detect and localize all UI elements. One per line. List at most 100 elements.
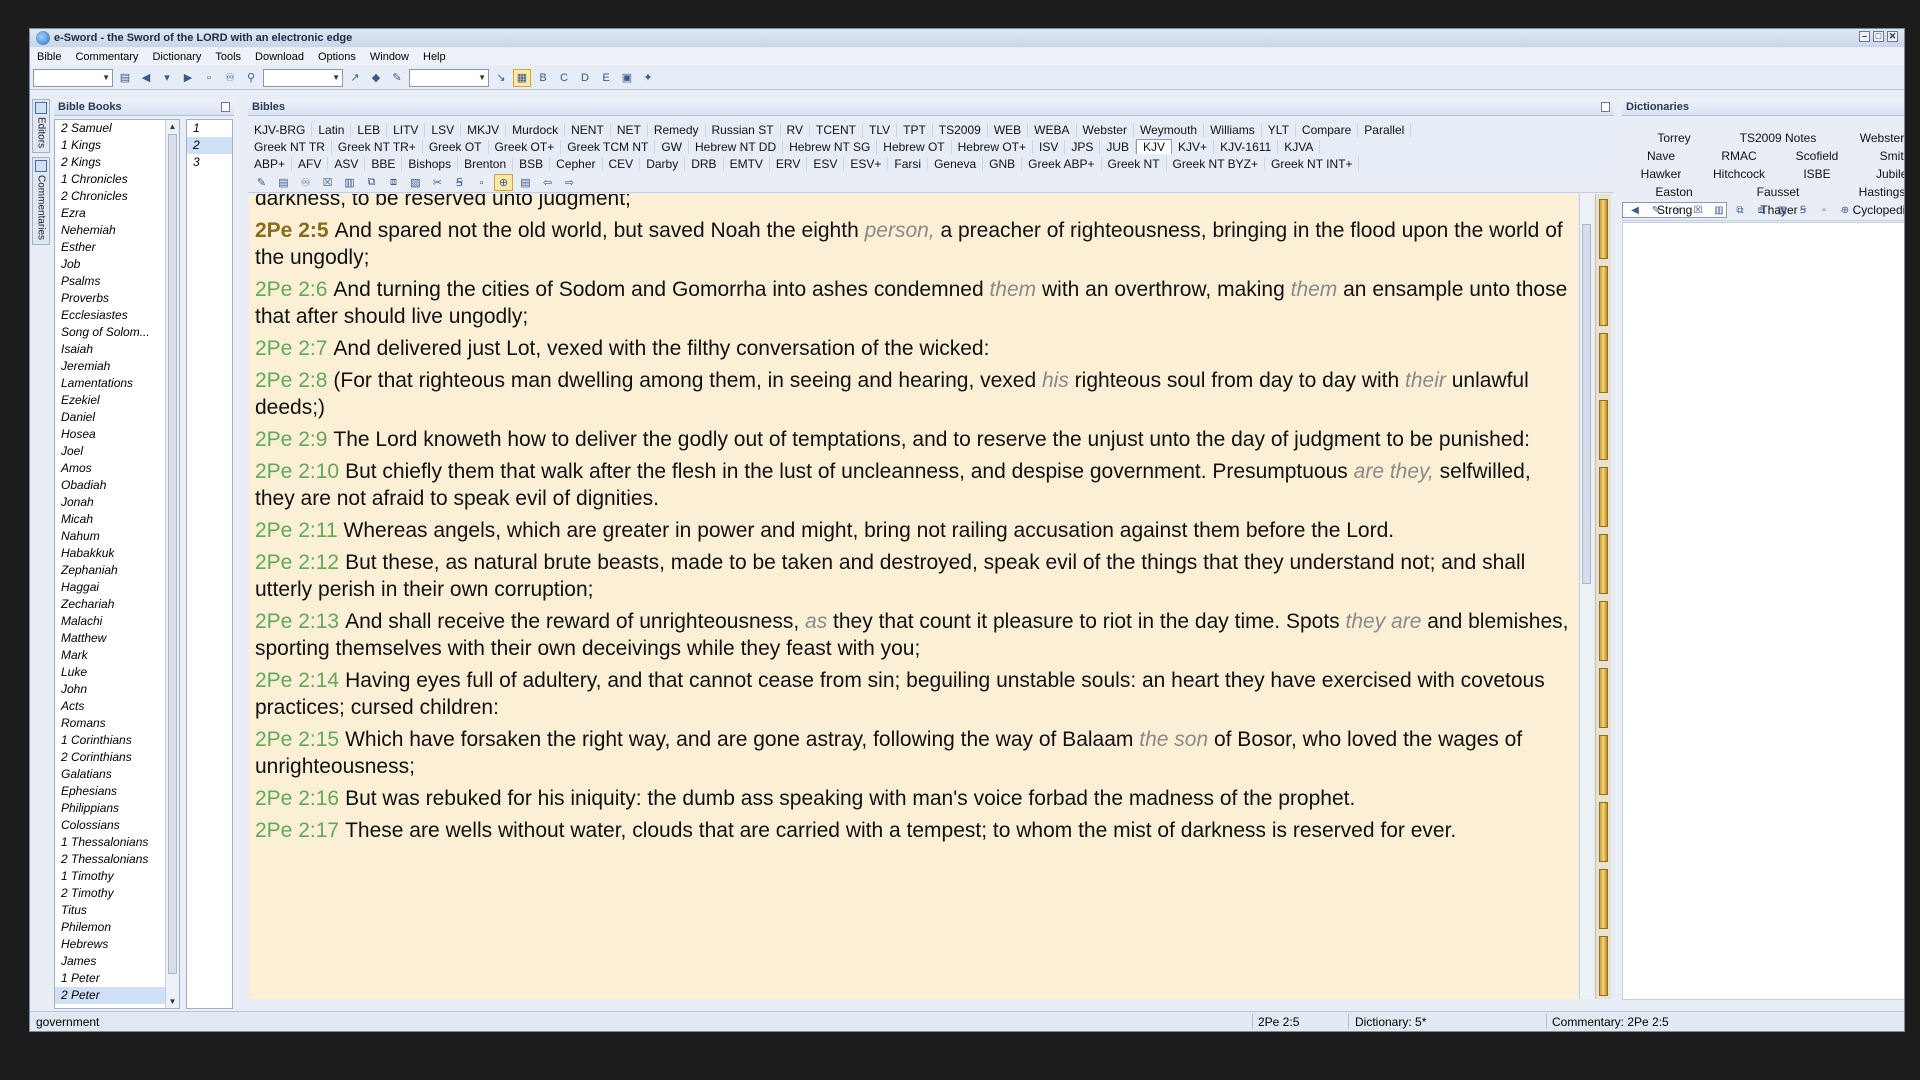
sync-back-icon[interactable]: ⇦: [538, 174, 557, 191]
book-item[interactable]: John: [55, 681, 167, 698]
bible-tab[interactable]: YLT: [1262, 122, 1296, 137]
bible-tab[interactable]: Darby: [640, 156, 686, 171]
bible-tab[interactable]: Cepher: [550, 156, 603, 171]
book-item[interactable]: 2 Timothy: [55, 885, 167, 902]
dictionary-tab[interactable]: Nave: [1622, 149, 1700, 163]
verse[interactable]: 2Pe 2:17 These are wells without water, c…: [249, 817, 1578, 844]
verse[interactable]: 2Pe 2:7 And delivered just Lot, vexed wit…: [249, 335, 1578, 362]
menu-help[interactable]: Help: [416, 51, 453, 63]
book-item[interactable]: 1 Timothy: [55, 868, 167, 885]
book-item[interactable]: Galatians: [55, 766, 167, 783]
chapter-item[interactable]: 1: [187, 120, 232, 137]
menu-options[interactable]: Options: [311, 51, 363, 63]
bible-tab[interactable]: AFV: [292, 156, 329, 171]
print-icon[interactable]: ▤: [274, 174, 293, 191]
maximize-button[interactable]: □: [1873, 31, 1884, 42]
back-icon[interactable]: ◀: [1626, 202, 1644, 219]
verse-reference[interactable]: 2Pe 2:8: [255, 369, 327, 392]
book-item[interactable]: Romans: [55, 715, 167, 732]
book-item[interactable]: 1 Corinthians: [55, 732, 167, 749]
scroll-thumb[interactable]: [168, 134, 177, 974]
bookmark-icon[interactable]: ▧: [406, 174, 425, 191]
verse-reference[interactable]: 2Pe 2:5: [255, 219, 329, 242]
editors-side-tab[interactable]: Editors: [32, 99, 50, 154]
scroll-down-icon[interactable]: ▼: [166, 995, 179, 1008]
verse-reference[interactable]: 2Pe 2:7: [255, 337, 327, 360]
verse[interactable]: darkness, to be reserved unto judgment;: [249, 194, 1578, 212]
book-item[interactable]: Habakkuk: [55, 545, 167, 562]
bible-tab[interactable]: ESV+: [844, 156, 889, 171]
verse-reference[interactable]: 2Pe 2:13: [255, 610, 339, 633]
binoculars-icon[interactable]: ♾: [296, 174, 315, 191]
clear-icon[interactable]: ☒: [1689, 202, 1707, 219]
bible-tab[interactable]: WEB: [988, 122, 1029, 137]
book-item[interactable]: Luke: [55, 664, 167, 681]
pin-icon[interactable]: [221, 102, 230, 112]
bible-tab[interactable]: KJV-1611: [1214, 139, 1279, 154]
verse-reference[interactable]: 2Pe 2:17: [255, 819, 339, 842]
verse[interactable]: 2Pe 2:8 (For that righteous man dwelling …: [249, 367, 1578, 421]
bible-tab[interactable]: TLV: [863, 122, 898, 137]
bible-tab[interactable]: JPS: [1065, 139, 1101, 154]
bible-tab[interactable]: BSB: [513, 156, 551, 171]
dictionary-tab[interactable]: Hitchcock: [1700, 167, 1778, 181]
bible-tab[interactable]: Greek ABP+: [1022, 156, 1102, 171]
bookmark-icon[interactable]: ▧: [1773, 202, 1791, 219]
dictionary-tab[interactable]: Webster: [1830, 131, 1904, 145]
book-item[interactable]: 1 Thessalonians: [55, 834, 167, 851]
book-item[interactable]: 1 Kings: [55, 137, 167, 154]
bible-tab[interactable]: Greek OT+: [489, 139, 562, 154]
image-icon[interactable]: ▣: [618, 69, 636, 87]
dictionary-tab[interactable]: TS2009 Notes: [1726, 131, 1830, 145]
text-icon[interactable]: Ꞩ: [450, 174, 469, 191]
bible-tab[interactable]: Latin: [312, 122, 352, 137]
book-item[interactable]: 1 Peter: [55, 970, 167, 987]
book-item[interactable]: Micah: [55, 511, 167, 528]
bible-tab[interactable]: Greek NT INT+: [1265, 156, 1360, 171]
menu-bible[interactable]: Bible: [30, 51, 68, 63]
bible-tab[interactable]: Geneva: [928, 156, 984, 171]
verse-reference[interactable]: 2Pe 2:12: [255, 551, 339, 574]
verse-reference[interactable]: 2Pe 2:10: [255, 460, 339, 483]
book-item[interactable]: Isaiah: [55, 341, 167, 358]
paste-icon[interactable]: ⧈: [384, 174, 403, 191]
bible-tab[interactable]: NENT: [565, 122, 611, 137]
bible-tab[interactable]: KJVA: [1278, 139, 1321, 154]
clear-icon[interactable]: ☒: [318, 174, 337, 191]
columns-icon[interactable]: ▤: [516, 174, 535, 191]
bible-tab[interactable]: Bishops: [402, 156, 459, 171]
dictionary-tab[interactable]: Fausset: [1726, 185, 1830, 199]
book-item[interactable]: Nahum: [55, 528, 167, 545]
bible-tab[interactable]: MKJV: [461, 122, 507, 137]
apply-highlight-icon[interactable]: ↘: [492, 69, 510, 87]
bible-tab[interactable]: TS2009: [933, 122, 988, 137]
bible-tab[interactable]: LITV: [387, 122, 426, 137]
book-item[interactable]: Ephesians: [55, 783, 167, 800]
bible-tab[interactable]: EMTV: [724, 156, 770, 171]
bible-tab[interactable]: GNB: [983, 156, 1023, 171]
bible-tab[interactable]: Farsi: [888, 156, 929, 171]
text-icon[interactable]: Ꞩ: [1794, 202, 1812, 219]
menu-download[interactable]: Download: [248, 51, 311, 63]
bible-tab[interactable]: Hebrew OT+: [952, 139, 1033, 154]
zoom-icon[interactable]: ⊕: [1836, 202, 1854, 219]
bible-text-view[interactable]: darkness, to be reserved unto judgment; 2…: [249, 194, 1578, 999]
book-item[interactable]: Proverbs: [55, 290, 167, 307]
bible-tab[interactable]: Hebrew OT: [877, 139, 952, 154]
book-item[interactable]: Zephaniah: [55, 562, 167, 579]
note-icon[interactable]: ▫: [472, 174, 491, 191]
highlighter-icon[interactable]: ✎: [388, 69, 406, 87]
bible-tab[interactable]: Hebrew NT SG: [783, 139, 878, 154]
book-item[interactable]: Zechariah: [55, 596, 167, 613]
book-item[interactable]: 2 Samuel: [55, 120, 167, 137]
bible-tab[interactable]: TPT: [897, 122, 933, 137]
cut-icon[interactable]: ✂: [428, 174, 447, 191]
bible-tab[interactable]: LEB: [351, 122, 388, 137]
editor-view-icon[interactable]: E: [597, 69, 615, 87]
dictionary-tab[interactable]: Hastings: [1830, 185, 1904, 199]
document-icon[interactable]: ▥: [340, 174, 359, 191]
book-item[interactable]: 2 Corinthians: [55, 749, 167, 766]
search-combo[interactable]: ▼: [263, 68, 343, 87]
verse[interactable]: 2Pe 2:11 Whereas angels, which are greate…: [249, 517, 1578, 544]
dictionary-tab[interactable]: Jubilee: [1856, 167, 1904, 181]
